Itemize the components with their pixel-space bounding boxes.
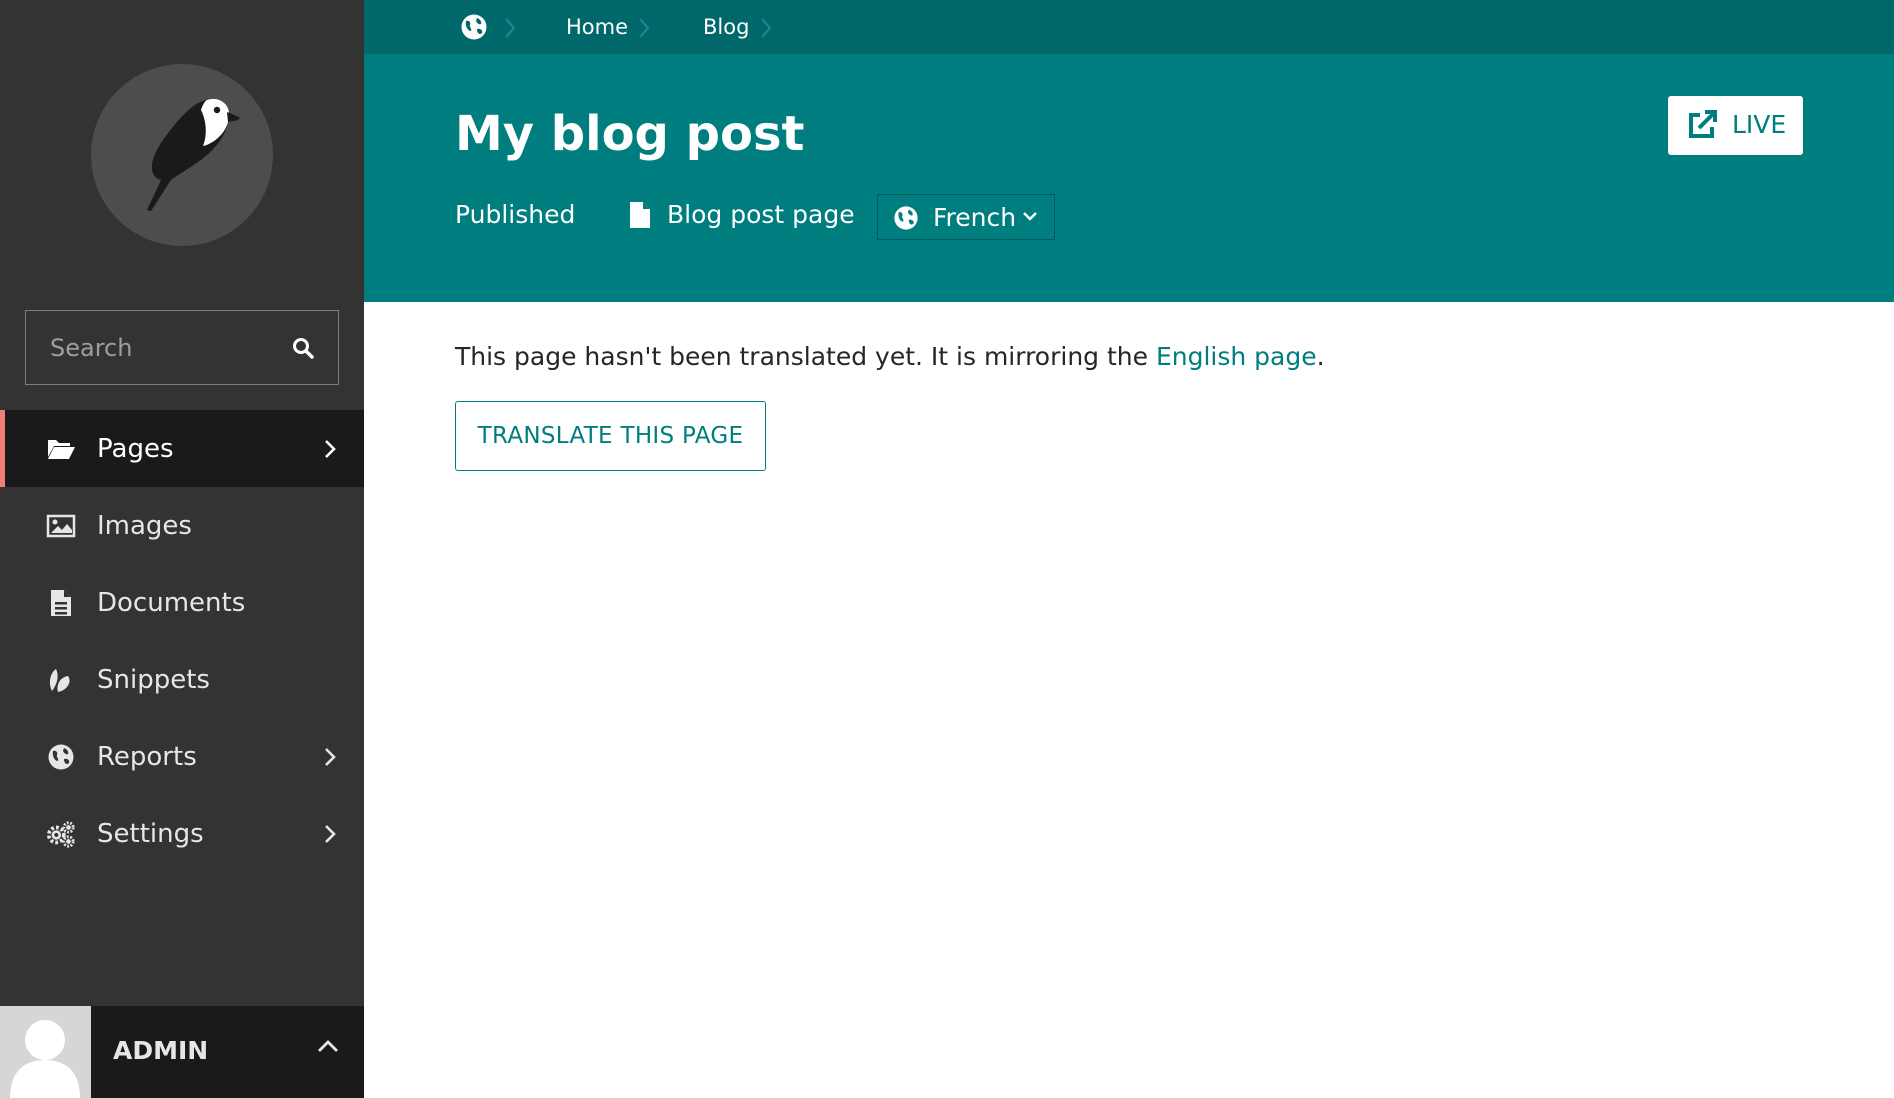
chevron-down-icon (1023, 212, 1037, 221)
search-icon (293, 337, 314, 359)
sidebar-item-snippets[interactable]: Snippets (0, 641, 364, 718)
breadcrumb-home[interactable]: Home (566, 0, 628, 54)
account-name: ADMIN (113, 1036, 209, 1065)
sidebar-item-reports[interactable]: Reports (0, 718, 364, 795)
wagtail-bird-logo-icon (147, 98, 241, 211)
breadcrumb-blog[interactable]: Blog (703, 0, 749, 54)
page-type: Blog post page (629, 200, 855, 229)
page-icon (630, 201, 650, 228)
snippet-icon (46, 665, 76, 695)
globe-icon (46, 742, 76, 772)
document-icon (46, 588, 76, 618)
sidebar-item-label: Snippets (97, 664, 210, 695)
page-title: My blog post (455, 106, 805, 162)
translate-page-button[interactable]: TRANSLATE THIS PAGE (455, 401, 766, 471)
chevron-right-icon (318, 742, 342, 772)
sidebar: Pages Images (0, 0, 364, 1098)
sidebar-item-documents[interactable]: Documents (0, 564, 364, 641)
external-link-icon (1689, 110, 1717, 138)
locale-label: French (933, 203, 1017, 232)
chevron-right-icon (318, 819, 342, 849)
breadcrumb-separator-icon (760, 17, 772, 43)
sidebar-item-label: Images (97, 510, 192, 541)
view-live-button[interactable]: LIVE (1668, 96, 1803, 155)
sidebar-item-label: Documents (97, 587, 246, 618)
sidebar-item-pages[interactable]: Pages (0, 410, 364, 487)
sidebar-item-label: Settings (97, 818, 204, 849)
notice-text: This page hasn't been translated yet. It… (455, 342, 1156, 371)
sidebar-item-label: Reports (97, 741, 197, 772)
globe-icon (894, 206, 918, 230)
breadcrumb-separator-icon (638, 17, 650, 43)
cogs-icon (46, 819, 76, 849)
folder-open-icon (46, 434, 76, 464)
translation-notice: This page hasn't been translated yet. It… (455, 342, 1325, 371)
page-status: Published (455, 200, 576, 229)
search-input[interactable] (26, 311, 286, 384)
sidebar-item-images[interactable]: Images (0, 487, 364, 564)
main-menu: Pages Images Documents Snippets Reports … (0, 410, 364, 872)
sidebar-item-settings[interactable]: Settings (0, 795, 364, 872)
locale-switcher[interactable]: French (877, 194, 1055, 240)
main-content: This page hasn't been translated yet. It… (364, 302, 1894, 1098)
notice-suffix: . (1316, 342, 1325, 371)
page-header: Home Blog My blog post Published Blog po… (364, 0, 1894, 302)
search-button[interactable] (268, 311, 338, 384)
breadcrumb-root[interactable] (460, 0, 488, 54)
sidebar-item-label: Pages (97, 433, 174, 464)
live-label: LIVE (1732, 110, 1787, 139)
chevron-up-icon (316, 1038, 340, 1058)
avatar (0, 1006, 91, 1098)
wagtail-logo[interactable] (91, 64, 273, 246)
image-icon (46, 511, 76, 541)
chevron-right-icon (318, 434, 342, 464)
breadcrumb: Home Blog (364, 0, 1894, 54)
search-box (25, 310, 339, 385)
breadcrumb-separator-icon (504, 17, 516, 43)
account-menu-toggle[interactable]: ADMIN (0, 1006, 364, 1098)
globe-icon (461, 14, 487, 40)
page-type-label: Blog post page (667, 200, 855, 229)
english-page-link[interactable]: English page (1156, 342, 1317, 371)
